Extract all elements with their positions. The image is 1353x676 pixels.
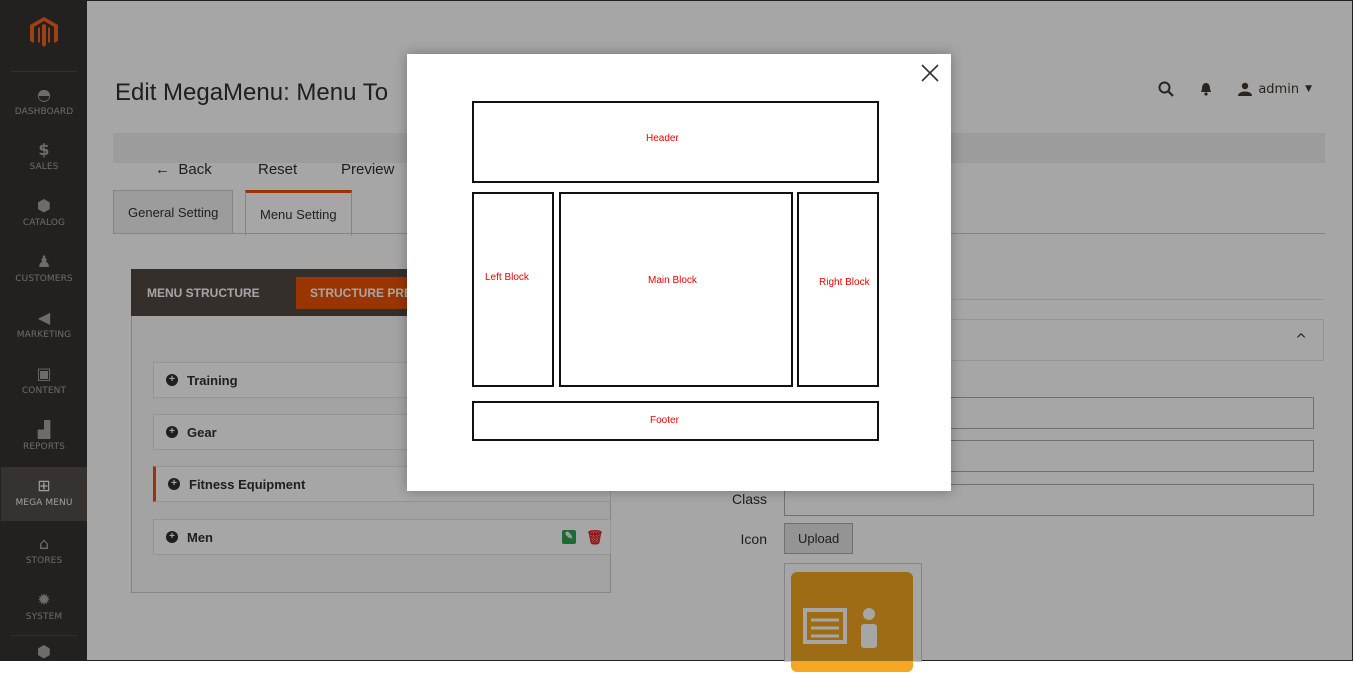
footer-block: Footer (472, 401, 879, 441)
right-block: Right Block (797, 192, 879, 387)
main-block: Main Block (559, 192, 793, 387)
structure-preview-modal: Header Left Block Main Block Right Block… (407, 54, 951, 491)
header-block: Header (472, 101, 879, 183)
close-icon[interactable] (919, 62, 941, 84)
left-block: Left Block (472, 192, 554, 387)
